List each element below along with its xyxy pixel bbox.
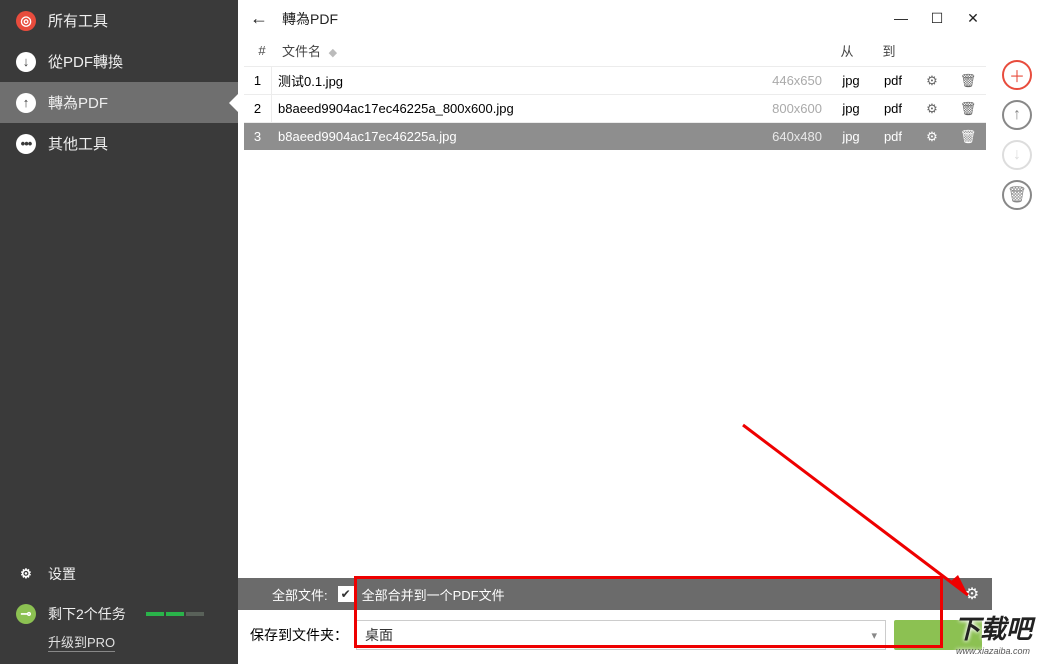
row-from: jpg [830,129,872,144]
sidebar-item-label: 轉為PDF [48,92,108,113]
row-delete-button[interactable]: 🗑 [950,129,986,145]
sidebar-item-label: 剩下2个任务 [48,604,126,624]
sidebar-item-label: 设置 [48,564,76,584]
gear-icon: ⚙ [16,564,36,584]
row-filename: 测试0.1.jpg [272,71,752,90]
file-table: 文件名 ◆ 从 到 1 测试0.1.jpg 446x650 jpg pdf ⚙ [238,35,992,150]
sidebar-item-settings[interactable]: ⚙ 设置 [0,554,238,594]
save-label: 保存到文件夹： [250,625,348,645]
merge-bar: 全部文件: ✔ 全部合并到一个PDF文件 ⚙ [238,578,992,610]
dots-icon [16,134,36,154]
sidebar: ◎ 所有工具 ↓ 從PDF轉換 ↑ 轉為PDF 其他工具 ⚙ 设置 ⊸ [0,0,238,664]
minimize-button[interactable]: — [892,10,910,27]
col-to: 到 [868,41,910,60]
row-to: pdf [872,101,914,116]
main-area: ← 轉為PDF — ☐ ✕ 文件名 ◆ 从 到 [238,0,1042,664]
row-delete-button[interactable]: 🗑 [950,101,986,117]
table-header: 文件名 ◆ 从 到 [244,35,986,66]
upgrade-link[interactable]: 升级到PRO [48,632,115,652]
row-settings-button[interactable]: ⚙ [914,129,950,145]
save-folder-value: 桌面 [365,625,393,645]
row-index: 1 [244,67,272,94]
row-filename: b8aeed9904ac17ec46225a.jpg [272,129,752,144]
table-row[interactable]: 2 b8aeed9904ac17ec46225a_800x600.jpg 800… [244,94,986,122]
col-index [248,43,276,58]
sidebar-item-from-pdf[interactable]: ↓ 從PDF轉換 [0,41,238,82]
titlebar: ← 轉為PDF — ☐ ✕ [238,0,992,35]
chevron-down-icon: ▾ [871,629,877,642]
convert-button[interactable] [894,620,982,650]
close-button[interactable]: ✕ [964,10,982,27]
page-title: 轉為PDF [282,9,338,29]
row-delete-button[interactable]: 🗑 [950,73,986,89]
row-dimensions: 446x650 [752,73,830,88]
row-to: pdf [872,129,914,144]
sort-icon: ◆ [329,47,337,59]
tasks-progress [146,612,204,616]
sidebar-item-label: 其他工具 [48,133,108,154]
row-dimensions: 640x480 [752,129,830,144]
target-icon: ◎ [16,11,36,31]
table-row[interactable]: 1 测试0.1.jpg 446x650 jpg pdf ⚙ 🗑 [244,66,986,94]
back-button[interactable]: ← [250,8,268,29]
merge-settings-button[interactable]: ⚙ [952,584,992,604]
key-icon: ⊸ [16,604,36,624]
merge-checkbox[interactable]: ✔ [338,586,354,602]
merge-checkbox-label: 全部合并到一个PDF文件 [362,585,505,604]
all-files-label: 全部文件: [238,585,338,604]
row-settings-button[interactable]: ⚙ [914,101,950,117]
sidebar-item-all-tools[interactable]: ◎ 所有工具 [0,0,238,41]
sidebar-item-to-pdf[interactable]: ↑ 轉為PDF [0,82,238,123]
clear-all-button[interactable]: 🗑 [1002,180,1032,210]
row-index: 3 [244,123,272,150]
move-up-button[interactable]: ↑ [1002,100,1032,130]
col-from: 从 [826,41,868,60]
add-file-button[interactable]: ＋ [1002,60,1032,90]
right-rail: ＋ ↑ ↓ 🗑 [992,0,1042,664]
row-to: pdf [872,73,914,88]
sidebar-item-other-tools[interactable]: 其他工具 [0,123,238,164]
sidebar-item-label: 所有工具 [48,10,108,31]
save-folder-select[interactable]: 桌面 ▾ [356,620,886,650]
maximize-button[interactable]: ☐ [928,10,946,27]
row-index: 2 [244,95,272,122]
move-down-button[interactable]: ↓ [1002,140,1032,170]
table-row[interactable]: 3 b8aeed9904ac17ec46225a.jpg 640x480 jpg… [244,122,986,150]
arrow-up-icon: ↑ [16,93,36,113]
row-from: jpg [830,73,872,88]
window-controls: — ☐ ✕ [892,10,982,27]
row-settings-button[interactable]: ⚙ [914,73,950,89]
sidebar-item-label: 從PDF轉換 [48,51,123,72]
sidebar-item-tasks-left[interactable]: ⊸ 剩下2个任务 [0,594,238,628]
col-filename[interactable]: 文件名 ◆ [276,41,748,60]
row-dimensions: 800x600 [752,101,830,116]
row-from: jpg [830,101,872,116]
arrow-down-icon: ↓ [16,52,36,72]
row-filename: b8aeed9904ac17ec46225a_800x600.jpg [272,101,752,116]
save-row: 保存到文件夹： 桌面 ▾ [238,610,992,664]
